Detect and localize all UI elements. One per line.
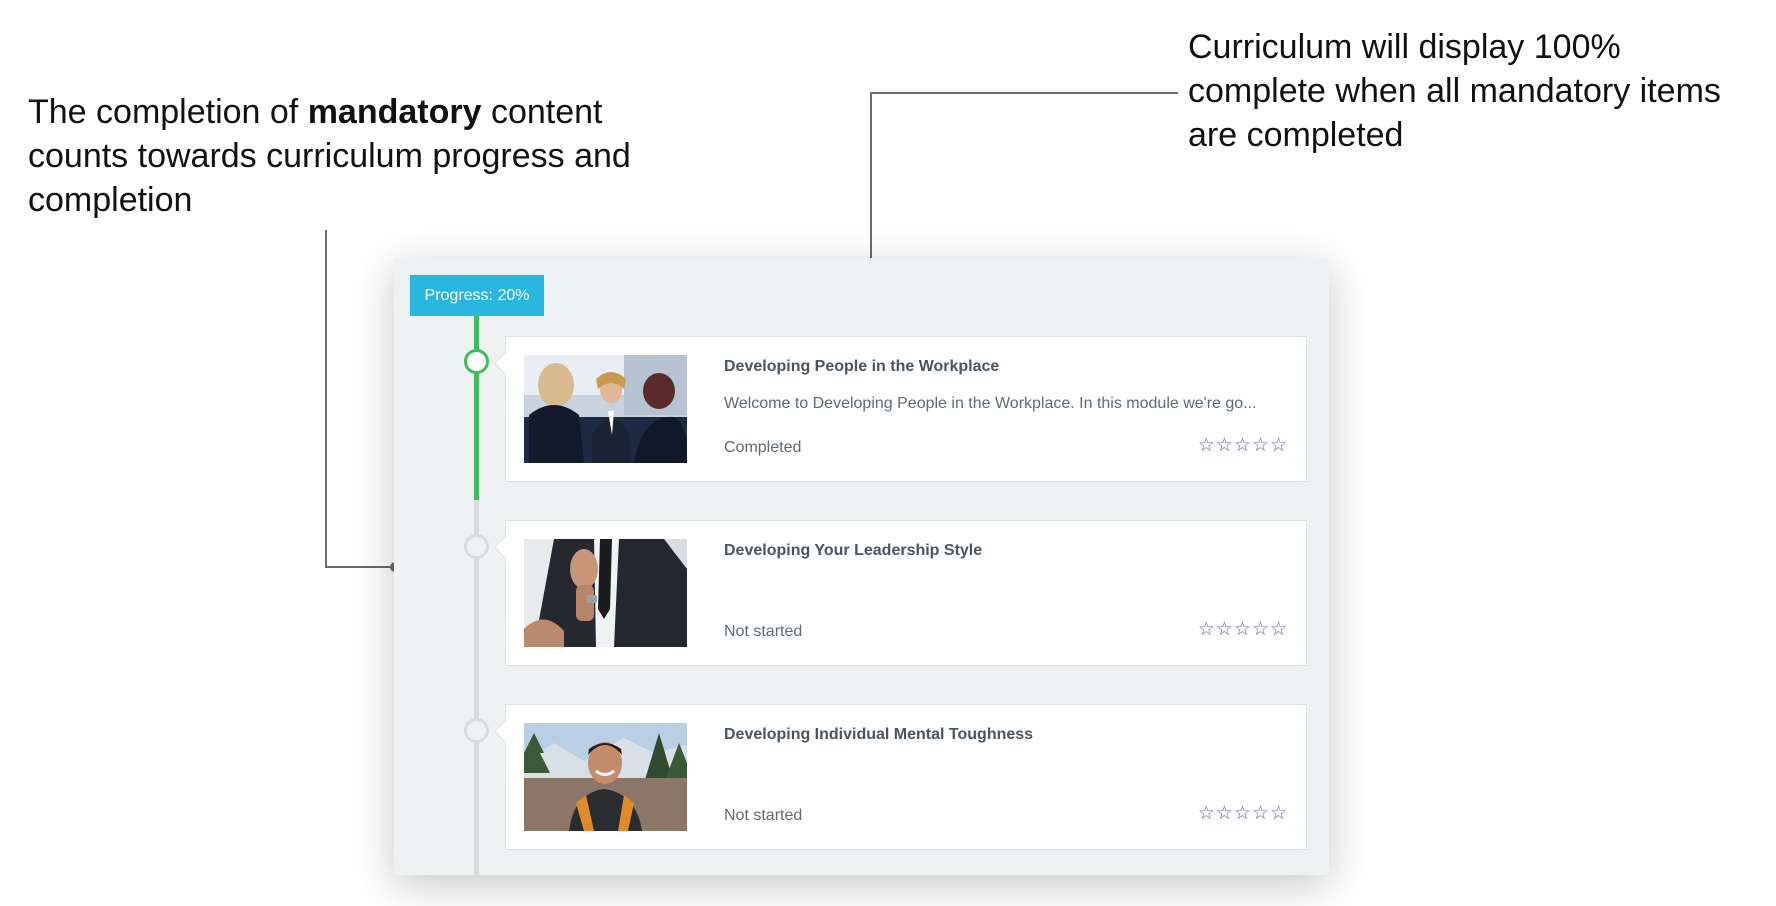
hiker-portrait-photo-icon[interactable] [524, 723, 687, 831]
module-status: Not started [724, 623, 803, 640]
star-icon[interactable]: ☆ [1252, 618, 1270, 641]
module-status: Completed [724, 439, 802, 456]
module-card-mental-toughness[interactable]: Developing Individual Mental Toughness N… [505, 704, 1307, 850]
star-icon[interactable]: ☆ [1198, 802, 1216, 825]
star-icon[interactable]: ☆ [1198, 434, 1216, 457]
star-icon[interactable]: ☆ [1252, 434, 1270, 457]
business-meeting-photo-icon[interactable] [524, 355, 687, 463]
timeline-track-completed [474, 316, 479, 500]
timeline-node-pending [464, 718, 489, 743]
timeline-node-completed [464, 349, 489, 374]
annotation-left-text-bold: mandatory [307, 93, 482, 131]
module-title[interactable]: Developing People in the Workplace [724, 358, 999, 376]
star-icon[interactable]: ☆ [1270, 802, 1288, 825]
star-icon[interactable]: ☆ [1216, 434, 1234, 457]
star-icon[interactable]: ☆ [1234, 802, 1252, 825]
star-icon[interactable]: ☆ [1270, 434, 1288, 457]
module-status: Not started [724, 807, 803, 824]
rating-stars[interactable]: ☆☆☆☆☆ [1198, 434, 1288, 457]
star-icon[interactable]: ☆ [1234, 434, 1252, 457]
star-icon[interactable]: ☆ [1198, 618, 1216, 641]
module-description: Welcome to Developing People in the Work… [724, 395, 1257, 412]
curriculum-panel: Progress: 20% Developing People in the W [394, 258, 1329, 875]
annotation-complete-display: Curriculum will display 100% complete wh… [1188, 28, 1721, 154]
annotation-left-text-pre: The completion of [28, 93, 308, 131]
timeline-node-pending [464, 534, 489, 559]
rating-stars[interactable]: ☆☆☆☆☆ [1198, 802, 1288, 825]
annotation-mandatory-content: The completion of mandatory content coun… [28, 90, 668, 222]
module-title[interactable]: Developing Individual Mental Toughness [724, 726, 1033, 744]
star-icon[interactable]: ☆ [1270, 618, 1288, 641]
rating-stars[interactable]: ☆☆☆☆☆ [1198, 618, 1288, 641]
businessman-tie-photo-icon[interactable] [524, 539, 687, 647]
star-icon[interactable]: ☆ [1216, 802, 1234, 825]
connector-left [325, 230, 395, 568]
star-icon[interactable]: ☆ [1234, 618, 1252, 641]
star-icon[interactable]: ☆ [1252, 802, 1270, 825]
module-title[interactable]: Developing Your Leadership Style [724, 542, 982, 560]
module-card-leadership-style[interactable]: Developing Your Leadership Style Not sta… [505, 520, 1307, 666]
module-card-developing-people[interactable]: Developing People in the Workplace Welco… [505, 336, 1307, 482]
progress-badge: Progress: 20% [410, 275, 544, 316]
star-icon[interactable]: ☆ [1216, 618, 1234, 641]
